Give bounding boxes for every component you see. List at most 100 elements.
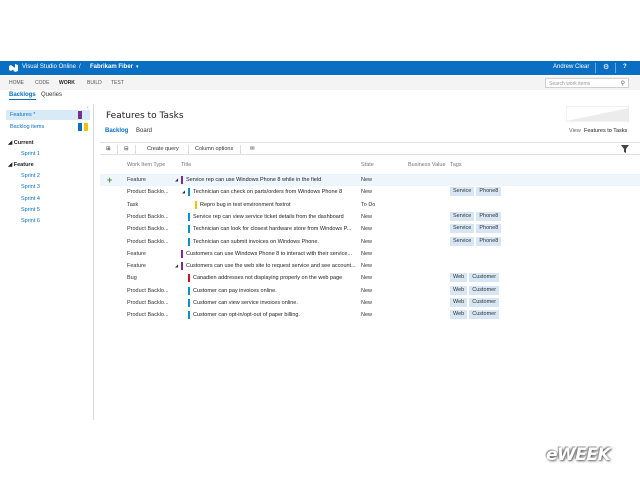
group-current[interactable]: ◢ Current <box>8 140 34 146</box>
column-header-title[interactable]: Title <box>181 162 191 168</box>
work-item-title[interactable]: Technician can check on parts/orders fro… <box>193 189 360 195</box>
tag-badge[interactable]: Service <box>450 224 475 234</box>
tag-badge[interactable]: Phone8 <box>476 236 502 246</box>
project-selector[interactable]: Fabrikam Fiber <box>90 64 133 70</box>
sprint-1[interactable]: Sprint 1 <box>21 151 40 157</box>
page-title: Features to Tasks <box>106 111 184 121</box>
pivot-board[interactable]: Board <box>136 128 152 134</box>
table-row[interactable]: Feature Customers can use Windows Phone 8… <box>100 248 640 260</box>
expand-toggle-icon[interactable]: ◢ <box>182 189 185 194</box>
hub-home[interactable]: HOME <box>9 80 24 86</box>
table-row[interactable]: Product Backlo... ◢ Technician can check o… <box>100 186 640 198</box>
backlog-items-label: Backlog items <box>10 124 45 130</box>
feature-color-bar <box>181 249 183 258</box>
tag-badge[interactable]: Service <box>450 187 475 197</box>
task-color-bar <box>195 200 197 209</box>
table-row[interactable]: Feature ◢ Customers can use the web site t… <box>100 260 640 272</box>
view-selector[interactable]: Features to Tasks <box>584 128 627 134</box>
tag-badge[interactable]: Phone8 <box>476 187 502 197</box>
tag-badge[interactable]: Web <box>450 298 468 307</box>
work-item-title[interactable]: Service rep can view service ticket deta… <box>193 214 360 220</box>
table-row[interactable]: Product Backlo... Customer can view servi… <box>100 297 640 309</box>
tag-badge[interactable]: Phone8 <box>476 211 502 221</box>
eweek-watermark: eWEEK <box>546 445 611 465</box>
collapse-all-icon[interactable]: ⊟ <box>124 146 129 152</box>
tag-list: Web Customer <box>450 273 501 283</box>
column-header-tags[interactable]: Tags <box>450 162 462 168</box>
email-icon[interactable]: ✉ <box>250 146 255 152</box>
table-row[interactable]: Product Backlo... Technician can submit i… <box>100 236 640 248</box>
sprint-4[interactable]: Sprint 4 <box>21 196 40 202</box>
work-item-title[interactable]: Technician can look for closest hardware… <box>193 226 360 232</box>
tag-badge[interactable]: Web <box>450 285 468 295</box>
group-feature[interactable]: ◢ Feature <box>8 162 34 168</box>
work-item-title[interactable]: Service rep can use Windows Phone 8 whil… <box>186 177 360 183</box>
column-options-button[interactable]: Column options <box>195 146 233 152</box>
work-item-state: New <box>361 275 373 282</box>
table-row[interactable]: Task Repro bug in test environment foxtro… <box>100 199 640 211</box>
product-name[interactable]: Visual Studio Online <box>22 64 76 70</box>
tag-badge[interactable]: Customer <box>469 285 500 295</box>
work-item-title[interactable]: Customers can use Windows Phone 8 to int… <box>186 251 360 257</box>
work-item-title[interactable]: Customer can pay invoices online. <box>193 288 360 294</box>
sprint-6[interactable]: Sprint 6 <box>21 218 40 224</box>
sprint-5[interactable]: Sprint 5 <box>21 207 40 213</box>
tag-badge[interactable]: Customer <box>469 298 500 307</box>
hub-code[interactable]: CODE <box>35 80 49 86</box>
tag-badge[interactable]: Web <box>450 273 468 283</box>
filter-icon[interactable] <box>621 145 629 153</box>
tag-list: Web Customer <box>450 285 501 296</box>
column-header-type[interactable]: Work Item Type <box>127 162 165 168</box>
work-item-type: Product Backlo... <box>127 226 169 233</box>
tab-queries[interactable]: Queries <box>41 92 62 98</box>
pbi-color-bar <box>188 188 190 197</box>
column-header-state[interactable]: State <box>361 162 374 168</box>
table-row[interactable]: Product Backlo... Service rep can view se… <box>100 211 640 223</box>
expand-all-icon[interactable]: ⊞ <box>106 146 111 152</box>
sprint-3[interactable]: Sprint 3 <box>21 184 40 190</box>
tag-list: Web Customer <box>450 298 501 308</box>
work-item-title[interactable]: Customer can opt-in/opt-out of paper bil… <box>193 312 360 318</box>
column-header-business-value[interactable]: Business Value <box>408 162 446 168</box>
table-row[interactable]: + Feature ◢ Service rep can use Windows Pho… <box>100 174 640 186</box>
chevron-down-icon[interactable]: ▾ <box>136 64 139 70</box>
work-item-title[interactable]: Technician can submit invoices on Window… <box>193 239 360 245</box>
search-icon[interactable]: ⚲ <box>621 80 625 87</box>
work-item-title[interactable]: Canadien addresses not displaying proper… <box>193 275 360 281</box>
hub-test[interactable]: TEST <box>111 80 124 86</box>
tag-badge[interactable]: Phone8 <box>476 224 502 234</box>
help-icon[interactable]: ? <box>623 64 627 70</box>
search-box[interactable]: Search work items ⚲ <box>545 78 629 88</box>
expand-toggle-icon[interactable]: ◢ <box>175 177 178 182</box>
work-item-title[interactable]: Repro bug in test environment foxtrot <box>200 202 360 208</box>
work-item-title[interactable]: Customers can use the web site to reques… <box>186 263 360 269</box>
tag-badge[interactable]: Customer <box>469 310 500 320</box>
velocity-mini-chart[interactable] <box>566 106 629 122</box>
tag-badge[interactable]: Web <box>450 310 468 320</box>
tab-backlogs[interactable]: Backlogs <box>9 92 36 100</box>
create-query-button[interactable]: Create query <box>147 146 179 152</box>
backlog-items[interactable]: Backlog items <box>6 122 90 132</box>
work-item-type: Product Backlo... <box>127 312 169 319</box>
hub-build[interactable]: BUILD <box>87 80 102 86</box>
tag-badge[interactable]: Service <box>450 211 475 221</box>
hub-work[interactable]: WORK <box>59 80 75 86</box>
table-row[interactable]: Bug Canadien addresses not displaying pro… <box>100 272 640 284</box>
expand-toggle-icon[interactable]: ◢ <box>175 263 178 268</box>
pivot-backlog[interactable]: Backlog <box>105 128 128 134</box>
work-item-type: Product Backlo... <box>127 300 169 306</box>
work-item-state: To Do <box>361 201 376 208</box>
search-input[interactable]: Search work items <box>549 81 590 87</box>
tag-badge[interactable]: Service <box>450 236 475 246</box>
work-item-title[interactable]: Customer can view service invoices onlin… <box>193 300 360 306</box>
user-name[interactable]: Andrew Clear <box>553 64 589 70</box>
visual-studio-logo-icon[interactable] <box>9 64 18 72</box>
table-row[interactable]: Product Backlo... Technician can look for… <box>100 223 640 235</box>
add-child-icon[interactable]: + <box>107 175 112 185</box>
tag-badge[interactable]: Customer <box>469 273 500 283</box>
gear-icon[interactable]: ⚙ <box>603 63 609 71</box>
table-row[interactable]: Product Backlo... Customer can pay invoic… <box>100 285 640 297</box>
table-row[interactable]: Product Backlo... Customer can opt-in/opt… <box>100 309 640 321</box>
backlog-features[interactable]: Features * <box>6 110 90 120</box>
sprint-2[interactable]: Sprint 2 <box>21 173 40 179</box>
